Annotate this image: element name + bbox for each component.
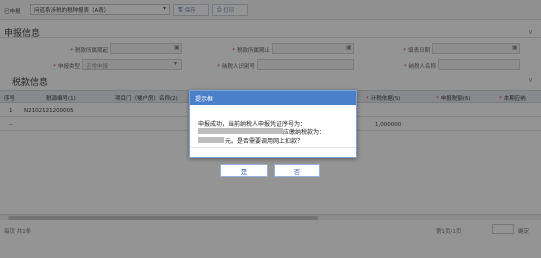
dialog-message-line2: 应缴纳税款为： bbox=[283, 129, 326, 136]
yes-button[interactable]: 是 bbox=[220, 164, 268, 177]
redacted-serial bbox=[198, 128, 283, 134]
redacted-amount bbox=[198, 137, 224, 143]
dialog-message-line3: 元。是否需要调用网上扣款？ bbox=[225, 138, 304, 145]
divider bbox=[190, 147, 356, 148]
no-button[interactable]: 否 bbox=[274, 164, 320, 177]
prompt-dialog: 提示框 申报成功，当前纳税人申报凭证序号为： 应缴纳税款为： 元。是否需要调用网… bbox=[189, 90, 357, 158]
dialog-title: 提示框 bbox=[190, 91, 356, 105]
